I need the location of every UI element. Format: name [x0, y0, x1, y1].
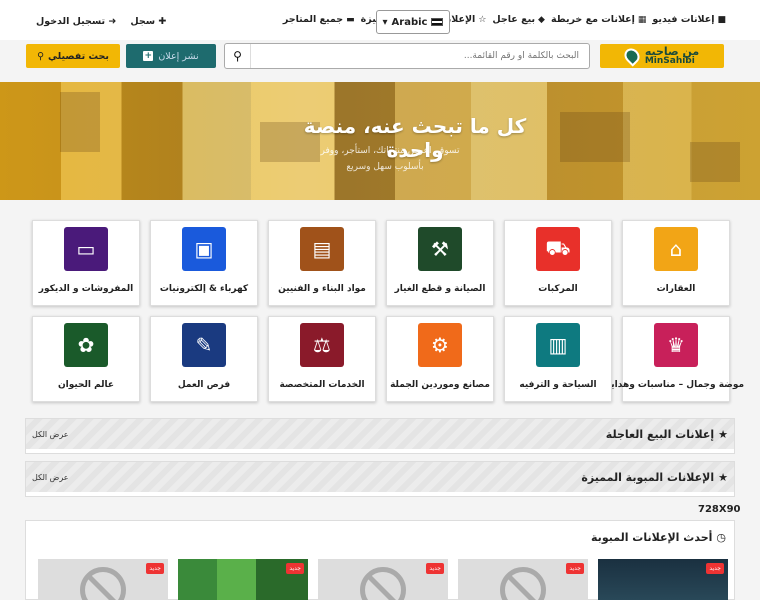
category-card[interactable]: ✎ فرص العمل: [150, 316, 258, 402]
hero-banner: كل ما تبحث عنه، منصة واحدة تسوق، اعرض من…: [0, 82, 760, 200]
location-pin-icon: [621, 45, 643, 67]
map-ads-link[interactable]: ▦ إعلانات مع خريطة: [551, 14, 646, 25]
hero-subtitle: تسوق، اعرض منتجاتك، استأجر، ووفر: [320, 146, 460, 156]
new-badge: جديد: [706, 563, 724, 574]
category-card[interactable]: ▤ مواد البناء و الفنيين: [268, 220, 376, 306]
category-label: المفروشات و الديكور: [38, 284, 134, 294]
category-card[interactable]: ⌂ العقارات: [622, 220, 730, 306]
sofa-icon: ▭: [64, 227, 108, 271]
category-label: عالم الحيوان: [57, 380, 115, 390]
language-select[interactable]: ▾ Arabic: [376, 10, 450, 34]
section-title: ★ الإعلانات المبوبة المميزة: [581, 470, 728, 484]
ad-card[interactable]: جديد: [38, 559, 168, 600]
job-icon: ✎: [182, 323, 226, 367]
category-label: كهرباء & إلكترونيات: [159, 284, 249, 294]
star-icon: ★: [718, 427, 728, 441]
top-links: ■ إعلانات فيديو ▦ إعلانات مع خريطة ◆ بيع عا…: [283, 14, 726, 25]
hero-subtitle-2: بأسلوب سهل وسريع: [346, 162, 424, 172]
bricks-icon: ▤: [300, 227, 344, 271]
site-logo[interactable]: من صاحبه MinSahibi: [600, 44, 724, 68]
category-label: الصيانة و قطع الغيار: [394, 284, 486, 294]
category-label: السياحة و الترفيه: [519, 380, 597, 390]
star-outline-icon: ☆: [478, 14, 487, 25]
house-icon: ⌂: [654, 227, 698, 271]
category-label: الخدمات المتخصصة: [279, 380, 365, 390]
search-input[interactable]: [251, 44, 589, 68]
category-card[interactable]: ▭ المفروشات و الديكور: [32, 220, 140, 306]
register-link[interactable]: ✚ سجل: [130, 16, 166, 27]
language-label: Arabic: [391, 16, 428, 28]
search-bar: ⚲: [224, 43, 590, 69]
latest-ads-section: ◷ أحدث الإعلانات المبوبة جديد جديد جديد ج…: [25, 520, 735, 600]
new-badge: جديد: [566, 563, 584, 574]
ad-card[interactable]: جديد: [598, 559, 728, 600]
view-all-link[interactable]: عرض الكل: [32, 473, 69, 482]
no-image-icon: [360, 567, 406, 600]
video-ads-link[interactable]: ■ إعلانات فيديو: [652, 14, 726, 25]
login-link[interactable]: ➜ تسجيل الدخول: [36, 16, 116, 27]
category-card[interactable]: ⚖ الخدمات المتخصصة: [268, 316, 376, 402]
ad-card[interactable]: جديد: [178, 559, 308, 600]
new-badge: جديد: [146, 563, 164, 574]
featured-ads-section: ★ الإعلانات المبوبة المميزة عرض الكل: [25, 461, 735, 497]
category-label: العقارات: [656, 284, 696, 294]
tag-icon: ◆: [538, 14, 545, 25]
car-icon: ⛟: [536, 227, 580, 271]
category-label: مصانع وموردين الجملة: [390, 380, 490, 390]
latest-ads-list: جديد جديد جديد جديد جديد: [34, 559, 728, 600]
category-card[interactable]: ▥ السياحة و الترفيه: [504, 316, 612, 402]
section-title: ★ إعلانات البيع العاجلة: [605, 427, 728, 441]
login-icon: ➜: [108, 16, 117, 27]
post-ad-button[interactable]: نشر إعلان +: [126, 44, 216, 68]
plus-icon: +: [143, 51, 154, 61]
new-badge: جديد: [286, 563, 304, 574]
auth-links: ✚ سجل ➜ تسجيل الدخول: [36, 16, 166, 27]
category-card[interactable]: ♛ موضة وجمال – مناسبات وهدايا: [608, 316, 744, 402]
star-icon: ★: [718, 470, 728, 484]
category-label: مواد البناء و الفنيين: [278, 284, 366, 294]
animals-icon: ✿: [64, 323, 108, 367]
urgent-sale-section: ★ إعلانات البيع العاجلة عرض الكل: [25, 418, 735, 454]
hotel-icon: ▥: [536, 323, 580, 367]
advanced-search-button[interactable]: بحث تفصيلي ⚲: [26, 44, 120, 68]
no-image-icon: [500, 567, 546, 600]
new-badge: جديد: [426, 563, 444, 574]
category-card[interactable]: ⚒ الصيانة و قطع الغيار: [386, 220, 494, 306]
view-all-link[interactable]: عرض الكل: [32, 430, 69, 439]
search-button[interactable]: ⚲: [225, 44, 251, 68]
ad-card[interactable]: جديد: [458, 559, 588, 600]
all-stores-link[interactable]: ▬ جميع المتاجر: [283, 14, 355, 25]
clock-icon: ◷: [716, 530, 726, 544]
search-icon: ⚲: [233, 49, 242, 63]
category-card[interactable]: ▣ كهرباء & إلكترونيات: [150, 220, 258, 306]
category-grid: ⌂ العقارات ⛟ المركبات ⚒ الصيانة و قطع الغيار ▤…: [32, 220, 744, 402]
urgent-sale-link[interactable]: ◆ بيع عاجل: [492, 14, 545, 25]
no-image-icon: [80, 567, 126, 600]
store-icon: ▬: [346, 14, 355, 25]
services-icon: ⚖: [300, 323, 344, 367]
category-card[interactable]: ✿ عالم الحيوان: [32, 316, 140, 402]
category-label: فرص العمل: [177, 380, 231, 390]
caret-down-icon: ▾: [382, 16, 388, 28]
appliances-icon: ▣: [182, 227, 226, 271]
ad-card[interactable]: جديد: [318, 559, 448, 600]
tools-icon: ⚒: [418, 227, 462, 271]
ad-banner-size: 728X90: [698, 504, 741, 515]
category-card[interactable]: ⚙ مصانع وموردين الجملة: [386, 316, 494, 402]
section-title: ◷ أحدث الإعلانات المبوبة: [591, 530, 726, 544]
fashion-icon: ♛: [654, 323, 698, 367]
search-icon: ⚲: [37, 50, 45, 62]
video-icon: ■: [717, 14, 726, 25]
top-bar: ■ إعلانات فيديو ▦ إعلانات مع خريطة ◆ بيع عا…: [0, 0, 760, 40]
category-label: المركبات: [538, 284, 578, 294]
logo-text-en: MinSahibi: [644, 56, 695, 66]
map-icon: ▦: [637, 14, 647, 25]
category-card[interactable]: ⛟ المركبات: [504, 220, 612, 306]
user-plus-icon: ✚: [158, 16, 167, 27]
factory-icon: ⚙: [418, 323, 462, 367]
category-label: موضة وجمال – مناسبات وهدايا: [607, 380, 745, 390]
flag-icon: [431, 18, 444, 26]
